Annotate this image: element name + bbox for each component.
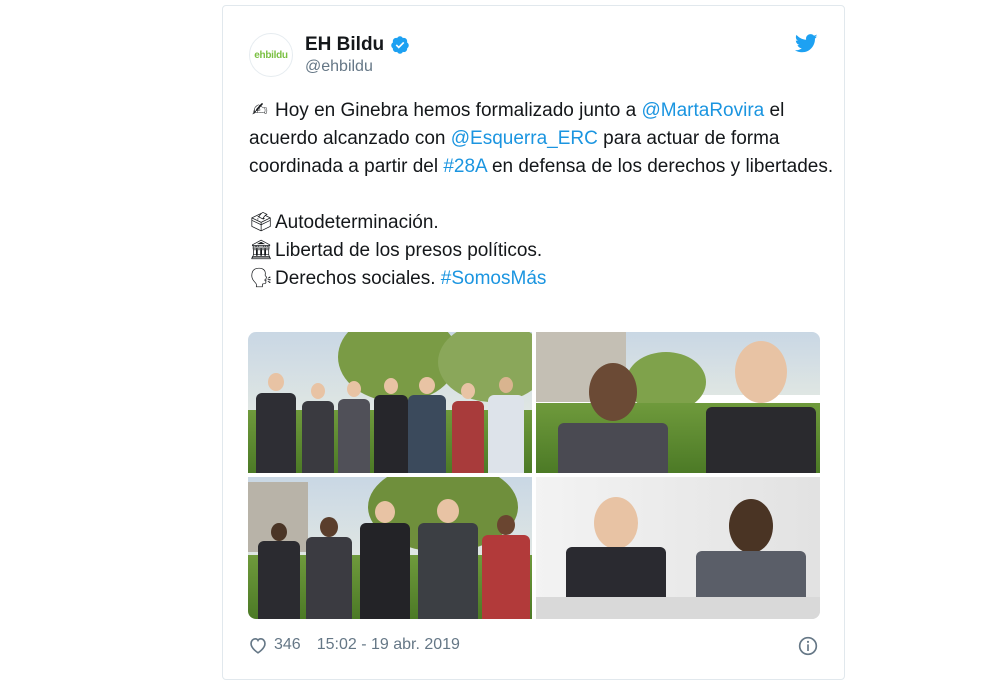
tweet-card: ehbildu EH Bildu @ehbildu ✍ Hoy en Ginebr… [222, 5, 845, 680]
photo-person [408, 377, 446, 473]
writing-hand-emoji-icon: ✍ [252, 100, 268, 121]
like-count[interactable]: 346 [274, 636, 301, 654]
tweet-paragraph-1: ✍ Hoy en Ginebra hemos formalizado junto … [249, 97, 839, 181]
photo-person [706, 341, 816, 473]
tweet-actions: 346 15:02 - 19 abr. 2019 [248, 636, 460, 654]
tweet-line-autodeterminacion: 🗳Autodeterminación. [249, 209, 839, 237]
photo-person [418, 499, 478, 619]
tweet-timestamp[interactable]: 15:02 - 19 abr. 2019 [317, 636, 460, 654]
tweet-text-segment: Hoy en Ginebra hemos formalizado junto a [275, 100, 642, 121]
photo-grid [248, 332, 820, 619]
avatar-logo-text: ehbildu [254, 49, 288, 61]
tweet-line-libertad: 🏛Libertad de los presos políticos. [249, 237, 839, 265]
photo-group-outdoors[interactable] [248, 332, 532, 473]
classical-building-emoji-icon: 🏛 [249, 240, 274, 261]
verified-badge-icon [391, 36, 409, 54]
mention-esquerra-erc-link[interactable]: @Esquerra_ERC [451, 128, 598, 149]
twitter-bird-icon[interactable] [795, 34, 818, 53]
tweet-text-segment: en defensa de los derechos y libertades. [486, 156, 834, 177]
mention-martarovira-link[interactable]: @MartaRovira [641, 100, 764, 121]
photo-person [306, 517, 352, 619]
tweet-text: ✍ Hoy en Ginebra hemos formalizado junto … [249, 97, 839, 293]
photo-person [482, 515, 530, 619]
author-name-row[interactable]: EH Bildu [305, 34, 410, 56]
info-icon[interactable] [798, 636, 818, 656]
heart-icon[interactable] [248, 636, 268, 654]
photo-two-people-park[interactable] [536, 332, 820, 473]
hashtag-28a-link[interactable]: #28A [443, 156, 486, 177]
photo-person [302, 383, 334, 473]
tweet-text-segment: Derechos sociales. [275, 268, 441, 289]
photo-press-conference[interactable] [536, 477, 820, 619]
display-name[interactable]: EH Bildu [305, 34, 384, 56]
ballot-box-emoji-icon: 🗳 [249, 212, 274, 233]
author-handle[interactable]: @ehbildu [305, 58, 373, 76]
photo-person [558, 363, 668, 473]
speaking-head-emoji-icon: 🗣 [249, 268, 274, 289]
hashtag-somosmas-link[interactable]: #SomosMás [441, 268, 547, 289]
avatar[interactable]: ehbildu [249, 33, 293, 77]
photo-person [488, 377, 524, 473]
photo-person [360, 501, 410, 619]
photo-person [338, 381, 370, 473]
photo-table [536, 597, 820, 619]
photo-person [258, 523, 300, 619]
tweet-text-segment: Autodeterminación. [275, 212, 439, 233]
tweet-line-derechos: 🗣Derechos sociales. #SomosMás [249, 265, 839, 293]
photo-person [256, 373, 296, 473]
photo-person [452, 383, 484, 473]
tweet-text-segment: Libertad de los presos políticos. [275, 240, 543, 261]
photo-person [374, 378, 408, 473]
photo-group-outdoors-2[interactable] [248, 477, 532, 619]
